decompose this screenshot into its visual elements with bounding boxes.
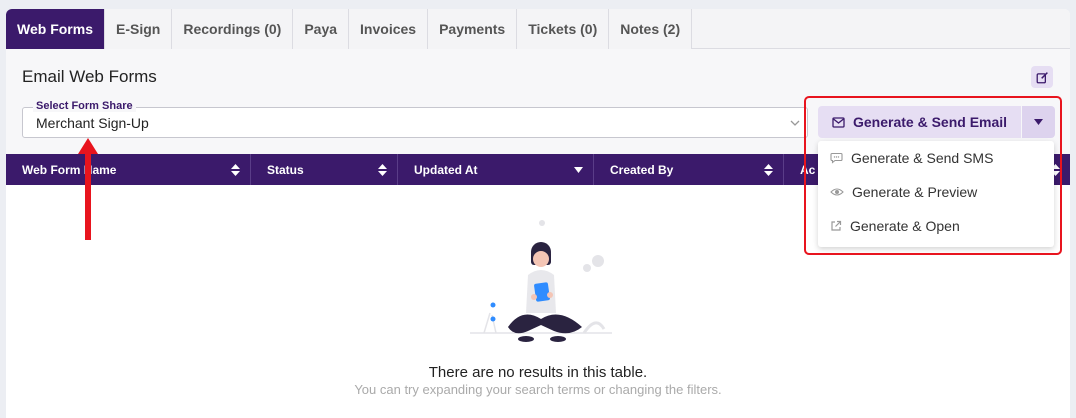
tab-invoices[interactable]: Invoices — [349, 9, 429, 49]
section-title: Email Web Forms — [22, 67, 157, 86]
form-share-select[interactable]: Select Form Share Merchant Sign-Up — [22, 100, 808, 138]
sort-icon — [378, 163, 387, 176]
column-label: Created By — [610, 162, 674, 177]
column-status[interactable]: Status — [251, 154, 398, 185]
column-label: Web Form Name — [22, 162, 117, 177]
form-share-label: Select Form Share — [33, 100, 136, 112]
empty-state-title: There are no results in this table. — [428, 364, 648, 381]
form-share-value: Merchant Sign-Up — [36, 115, 149, 131]
annotation-highlight-box — [804, 96, 1062, 255]
chevron-down-icon — [790, 120, 800, 126]
tab-web-forms[interactable]: Web Forms — [6, 9, 105, 49]
edit-button[interactable] — [1031, 66, 1053, 88]
tab-bar: Web Forms E-Sign Recordings (0) Paya Inv… — [6, 9, 1070, 49]
edit-icon — [1036, 71, 1048, 83]
tab-payments[interactable]: Payments — [428, 9, 518, 49]
sort-icon — [231, 163, 240, 176]
column-updated-at[interactable]: Updated At — [398, 154, 594, 185]
sort-icon — [764, 163, 773, 176]
tab-paya[interactable]: Paya — [293, 9, 350, 49]
column-label: Status — [267, 162, 304, 177]
sort-desc-icon — [574, 166, 583, 173]
empty-state-subtitle: You can try expanding your search terms … — [354, 382, 722, 397]
tab-tickets[interactable]: Tickets (0) — [517, 9, 610, 49]
column-label: Updated At — [414, 162, 478, 177]
empty-state-illustration — [470, 220, 612, 342]
annotation-arrow-icon — [78, 138, 98, 240]
tab-recordings[interactable]: Recordings (0) — [172, 9, 294, 49]
column-created-by[interactable]: Created By — [594, 154, 784, 185]
column-web-form-name[interactable]: Web Form Name — [6, 154, 251, 185]
tab-notes[interactable]: Notes (2) — [609, 9, 693, 49]
tab-e-sign[interactable]: E-Sign — [104, 9, 173, 49]
